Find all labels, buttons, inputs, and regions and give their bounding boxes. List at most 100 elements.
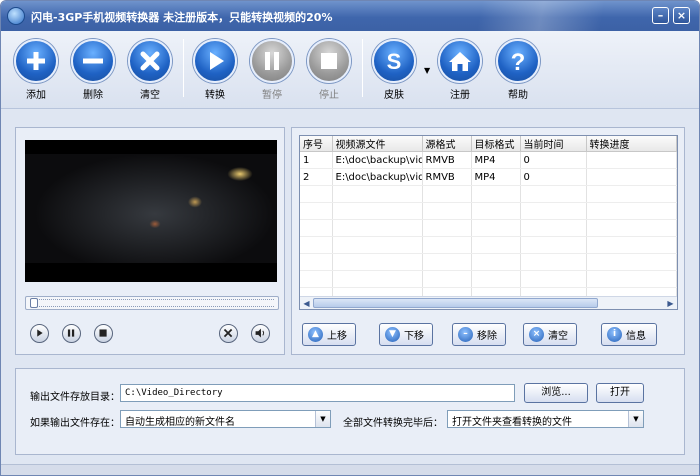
add-button[interactable]: 添加 [9,39,63,101]
minimize-button[interactable]: – [652,7,669,24]
chevron-down-icon[interactable]: ▼ [628,411,643,427]
browse-button[interactable]: 浏览... [524,383,588,403]
arrow-down-icon: ▼ [385,327,400,342]
column-header[interactable]: 目标格式 [471,136,521,152]
close-button[interactable]: × [673,7,690,24]
column-header[interactable]: 序号 [300,136,333,152]
move-up-button[interactable]: ▲ 上移 [302,323,356,346]
preview-panel [15,127,285,355]
pause-icon [250,39,294,83]
convert-button[interactable]: 转换 [188,39,242,101]
scroll-left-arrow-icon[interactable]: ◀ [300,297,313,310]
table-row[interactable]: 1 E:\doc\backup\vid... RMVB MP4 0 [300,151,677,169]
skin-dropdown-arrow-icon[interactable]: ▼ [424,66,430,75]
svg-text:S: S [387,49,402,74]
question-icon: ? [496,39,540,83]
x-icon [128,39,172,83]
minus-icon: – [458,327,473,342]
table-cell: RMVB [422,151,472,169]
seek-slider-thumb[interactable] [30,298,38,308]
video-preview [25,140,277,282]
app-window: 闪电-3GP手机视频转换器 未注册版本，只能转换视频的20% – × 添加 删除… [0,0,700,476]
play-icon [193,39,237,83]
preview-pause-button[interactable] [62,324,81,343]
plus-icon [14,39,58,83]
file-list-panel: 序号 视频源文件 源格式 目标格式 当前时间 转换进度 1 E:\doc\bac… [291,127,685,355]
toolbar-separator [183,39,184,97]
video-frame-image [25,154,277,263]
window-title: 闪电-3GP手机视频转换器 未注册版本，只能转换视频的20% [31,11,333,24]
column-header[interactable]: 源格式 [422,136,472,152]
info-button[interactable]: i 信息 [601,323,657,346]
play-icon [37,329,43,337]
arrow-up-icon: ▲ [308,327,323,342]
preview-stop-button[interactable] [94,324,113,343]
file-list-table[interactable]: 序号 视频源文件 源格式 目标格式 当前时间 转换进度 1 E:\doc\bac… [299,135,678,310]
scroll-right-arrow-icon[interactable]: ▶ [664,297,677,310]
title-bar: 闪电-3GP手机视频转换器 未注册版本，只能转换视频的20% – × [1,1,699,31]
table-header-row: 序号 视频源文件 源格式 目标格式 当前时间 转换进度 [300,136,677,152]
after-convert-label: 全部文件转换完毕后： [343,418,443,429]
stop-icon [307,39,351,83]
preview-play-button[interactable] [30,324,49,343]
open-button[interactable]: 打开 [596,383,644,403]
move-down-button[interactable]: ▼ 下移 [379,323,433,346]
table-cell: 2 [300,168,333,186]
table-cell: E:\doc\backup\vid... [332,168,423,186]
table-cell: 1 [300,151,333,169]
skin-s-icon: S [372,39,416,83]
table-cell: RMVB [422,168,472,186]
stop-button[interactable]: 停止 [302,39,356,101]
table-row[interactable]: 2 E:\doc\backup\vid... RMVB MP4 0 [300,168,677,186]
clear-button[interactable]: 清空 [123,39,177,101]
register-button[interactable]: 注册 [433,39,487,101]
table-row [300,236,677,254]
file-exists-label: 如果输出文件存在： [30,418,120,429]
minus-icon [71,39,115,83]
table-row [300,202,677,220]
seek-slider[interactable] [25,296,279,310]
table-row [300,253,677,271]
table-cell: MP4 [471,151,521,169]
speaker-icon [255,328,265,338]
table-cell: MP4 [471,168,521,186]
table-cell: 0 [520,168,587,186]
table-row [300,270,677,288]
column-header[interactable]: 当前时间 [520,136,587,152]
preview-volume-button[interactable] [251,324,270,343]
remove-button[interactable]: – 移除 [452,323,506,346]
file-exists-select[interactable]: 自动生成相应的新文件名 ▼ [120,410,331,428]
help-button[interactable]: ? 帮助 [491,39,545,101]
column-header[interactable]: 视频源文件 [332,136,423,152]
home-icon [438,39,482,83]
table-cell: E:\doc\backup\vid... [332,151,423,169]
table-cell: 0 [520,151,587,169]
preview-close-button[interactable] [219,324,238,343]
app-logo-icon [7,7,25,25]
svg-text:?: ? [511,49,526,76]
skin-button[interactable]: S 皮肤 [367,39,421,101]
x-icon: × [529,327,544,342]
scrollbar-thumb[interactable] [313,298,598,308]
delete-button[interactable]: 删除 [66,39,120,101]
output-dir-label: 输出文件存放目录： [30,392,120,403]
after-convert-select[interactable]: 打开文件夹查看转换的文件 ▼ [447,410,644,428]
toolbar-separator [362,39,363,97]
pause-icon [67,329,75,337]
table-cell [586,168,677,186]
output-settings-panel: 输出文件存放目录： C:\Video_Directory 浏览... 打开 如果… [15,368,685,455]
output-dir-field[interactable]: C:\Video_Directory [120,384,515,402]
info-icon: i [607,327,622,342]
status-bar [1,464,699,475]
clear-list-button[interactable]: × 清空 [523,323,577,346]
main-toolbar: 添加 删除 清空 转换 暂停 停止 S 皮肤 ▼ 注册 ? 帮助 [1,31,699,109]
chevron-down-icon[interactable]: ▼ [315,411,330,427]
close-icon [223,328,233,338]
table-row [300,219,677,237]
horizontal-scrollbar[interactable]: ◀ ▶ [300,296,677,309]
pause-button[interactable]: 暂停 [245,39,299,101]
stop-icon [99,329,107,337]
table-row [300,185,677,203]
column-header[interactable]: 转换进度 [586,136,677,152]
table-cell [586,151,677,169]
